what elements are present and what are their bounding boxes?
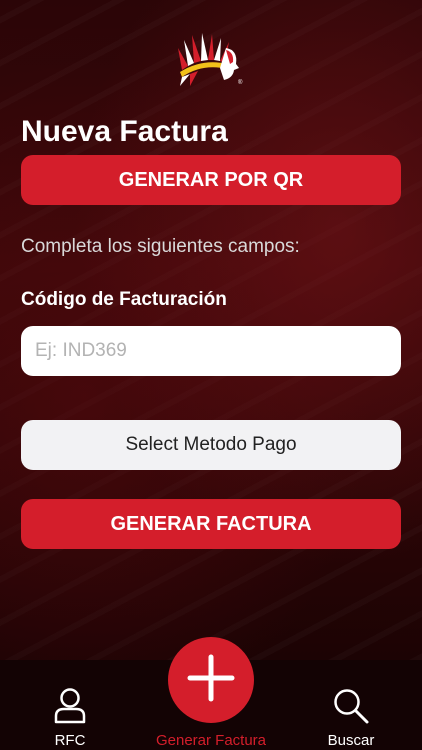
tab-generar-factura-label: Generar Factura (155, 732, 267, 749)
tab-buscar-label: Buscar (327, 732, 375, 749)
page-title: Nueva Factura (21, 115, 228, 148)
tab-rfc-label: RFC (54, 732, 86, 749)
payment-method-select-label: Select Metodo Pago (125, 434, 297, 455)
generate-invoice-button[interactable]: GENERAR FACTURA (21, 499, 401, 549)
generate-by-qr-button[interactable]: GENERAR POR QR (21, 155, 401, 205)
chief-headdress-logo-icon: ® (176, 30, 246, 86)
form-instructions: Completa los siguientes campos: (21, 236, 300, 257)
billing-code-label: Código de Facturación (21, 289, 227, 310)
svg-text:®: ® (238, 79, 243, 86)
person-icon (53, 687, 87, 729)
billing-code-input[interactable]: Ej: IND369 (21, 326, 401, 376)
tab-rfc[interactable]: RFC (30, 660, 110, 750)
payment-method-select[interactable]: Select Metodo Pago (21, 420, 401, 470)
search-icon (332, 687, 370, 729)
tab-buscar[interactable]: Buscar (311, 660, 391, 750)
plus-icon (186, 653, 236, 708)
billing-code-placeholder: Ej: IND369 (35, 340, 127, 361)
add-invoice-button[interactable] (168, 637, 254, 723)
